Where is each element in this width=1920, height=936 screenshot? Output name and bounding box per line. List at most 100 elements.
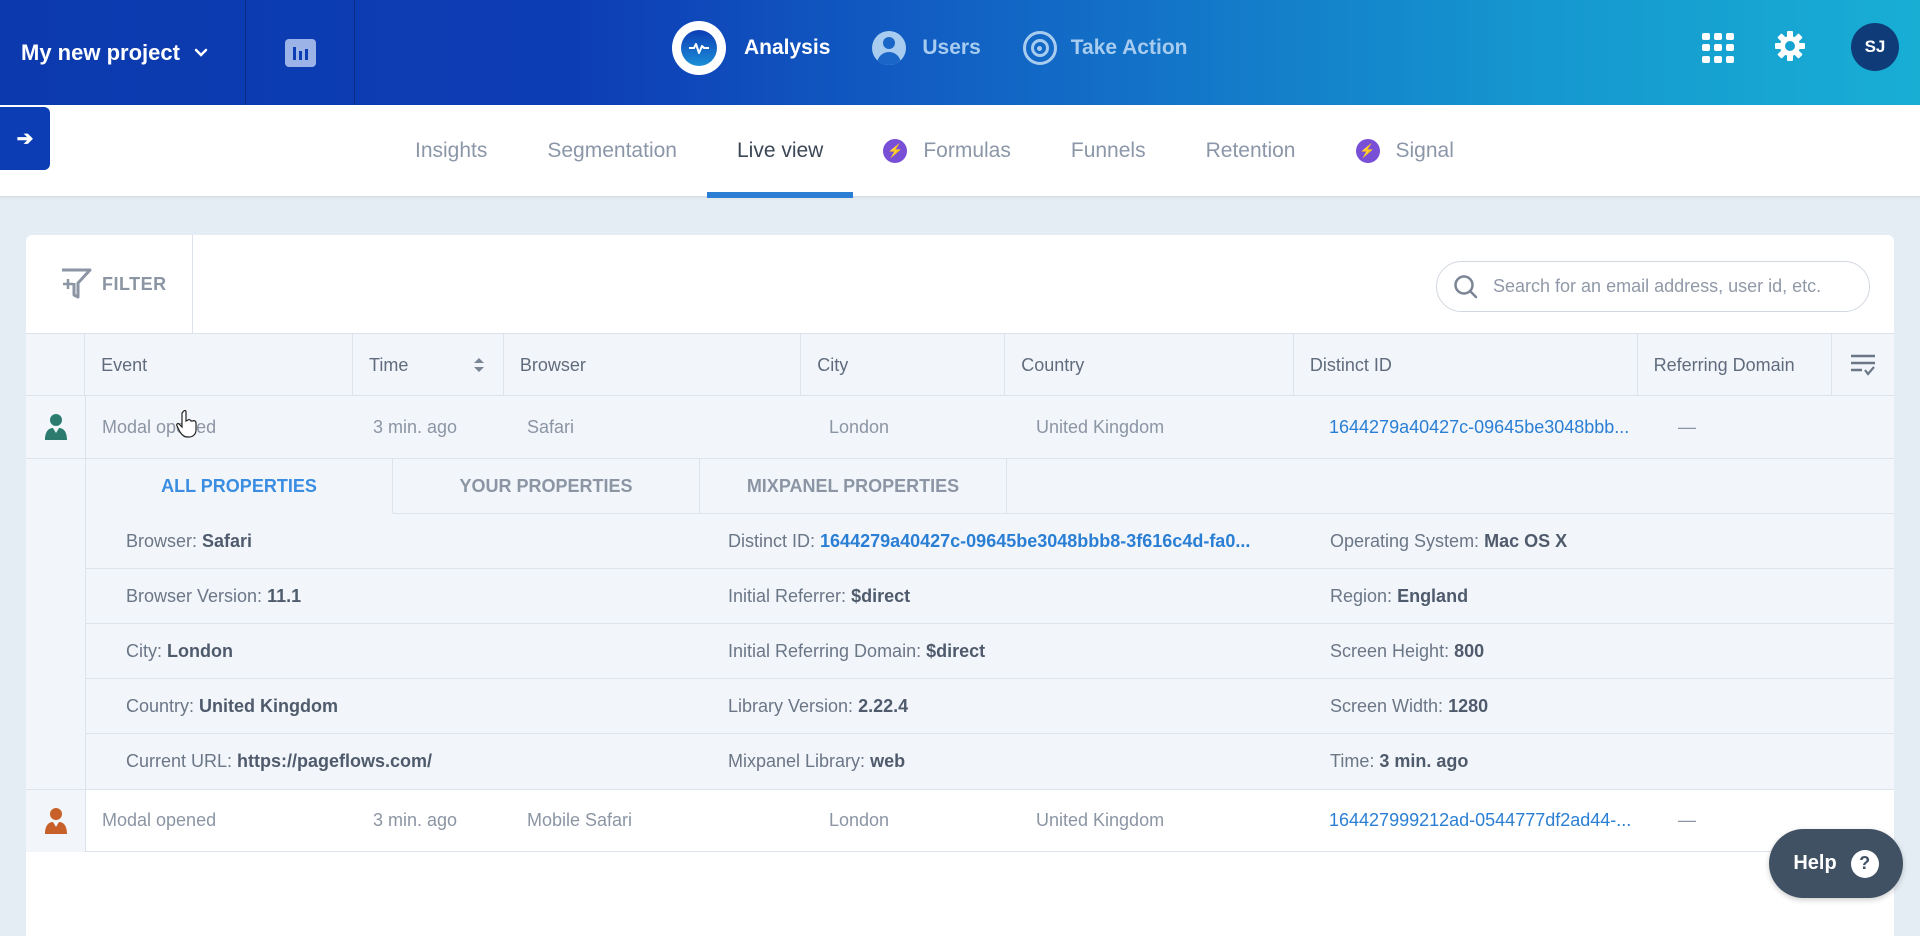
- main-nav-label: Users: [922, 36, 981, 59]
- distinct-id-link[interactable]: 1644279a40427c-09645be3048bbb8-3f616c4d-…: [820, 531, 1250, 551]
- event-city: London: [829, 810, 890, 830]
- filter-label: FILTER: [102, 273, 167, 294]
- column-header-label: Country: [1021, 354, 1085, 375]
- tab-formulas[interactable]: ⚡ Formulas: [853, 105, 1041, 197]
- bar-chart-icon: [284, 38, 316, 67]
- column-header-referring-domain[interactable]: Referring Domain: [1638, 334, 1832, 396]
- column-header-label: City: [817, 354, 849, 375]
- report-tabs-bar: ➔ Insights Segmentation Live view ⚡ Formu…: [0, 105, 1920, 198]
- column-header-browser[interactable]: Browser: [504, 334, 802, 396]
- column-header-user: [26, 334, 86, 396]
- search-box[interactable]: [1436, 261, 1870, 312]
- project-selector[interactable]: My new project: [0, 0, 246, 105]
- main-nav-analysis[interactable]: Analysis: [672, 21, 830, 75]
- property-row: Browser Version: 11.1 Initial Referrer: …: [86, 569, 1894, 624]
- distinct-id-link[interactable]: 164427999212ad-0544777df2ad44-...: [1313, 810, 1662, 831]
- top-navigation-bar: My new project Analysis Users Take Actio…: [0, 0, 1920, 105]
- target-icon: [1022, 31, 1057, 65]
- event-browser: Safari: [527, 416, 575, 437]
- lightning-badge-icon: ⚡: [1355, 139, 1380, 163]
- user-silhouette-icon: [44, 807, 67, 834]
- property-row: City: London Initial Referring Domain: $…: [86, 624, 1894, 679]
- user-avatar[interactable]: SJ: [1851, 23, 1899, 71]
- user-profile-button[interactable]: [26, 396, 86, 458]
- event-country: United Kingdom: [1036, 810, 1165, 830]
- distinct-id-link[interactable]: 1644279a40427c-09645be3048bbb...: [1313, 417, 1662, 438]
- tab-live-view[interactable]: Live view: [706, 105, 854, 198]
- event-time: 3 min. ago: [373, 810, 458, 830]
- column-header-city[interactable]: City: [801, 334, 1006, 396]
- project-name: My new project: [21, 39, 180, 65]
- property-tabs: ALL PROPERTIES YOUR PROPERTIES MIXPANEL …: [86, 459, 1894, 514]
- report-tabs: Insights Segmentation Live view ⚡ Formula…: [385, 105, 1484, 198]
- filter-button[interactable]: FILTER: [26, 235, 193, 333]
- chevron-down-icon: [194, 48, 208, 57]
- tab-segmentation[interactable]: Segmentation: [517, 105, 707, 197]
- property-region: Region: England: [1330, 585, 1469, 606]
- tab-label: Signal: [1395, 139, 1454, 162]
- column-header-event[interactable]: Event: [85, 334, 352, 396]
- expand-sidebar-button[interactable]: ➔: [0, 107, 50, 170]
- tab-your-properties[interactable]: YOUR PROPERTIES: [393, 459, 700, 513]
- tab-retention[interactable]: Retention: [1176, 105, 1326, 197]
- analysis-pulse-icon: [672, 21, 726, 75]
- user-icon: [872, 31, 907, 65]
- arrow-right-icon: ➔: [16, 128, 34, 150]
- column-header-label: Distinct ID: [1309, 354, 1392, 375]
- event-name: Modal opened: [102, 810, 217, 830]
- event-browser: Mobile Safari: [527, 810, 633, 830]
- events-table: Event Time Browser City Country Distinct…: [26, 333, 1894, 852]
- column-header-country[interactable]: Country: [1005, 334, 1294, 396]
- gear-icon[interactable]: [1774, 30, 1806, 62]
- event-details-panel: ALL PROPERTIES YOUR PROPERTIES MIXPANEL …: [26, 459, 1894, 789]
- property-screen-width: Screen Width: 1280: [1330, 695, 1489, 716]
- tab-all-properties[interactable]: ALL PROPERTIES: [86, 459, 393, 514]
- tab-label: Funnels: [1070, 139, 1146, 162]
- main-nav: Analysis Users Take Action: [672, 20, 1229, 76]
- property-initial-referring-domain: Initial Referring Domain: $direct: [728, 640, 986, 661]
- search-input[interactable]: [1493, 276, 1863, 297]
- question-mark-icon: ?: [1850, 849, 1879, 878]
- user-silhouette-icon: [44, 414, 67, 440]
- main-nav-take-action[interactable]: Take Action: [1022, 31, 1188, 65]
- main-nav-label: Analysis: [744, 36, 831, 59]
- tab-funnels[interactable]: Funnels: [1041, 105, 1176, 197]
- tab-mixpanel-properties[interactable]: MIXPANEL PROPERTIES: [700, 459, 1007, 513]
- property-country: Country: United Kingdom: [126, 695, 339, 716]
- hand-cursor-icon: [176, 410, 197, 438]
- sort-icon[interactable]: [473, 356, 485, 374]
- search-icon: [1454, 274, 1478, 298]
- event-referring-domain: —: [1678, 810, 1696, 830]
- event-referring-domain: —: [1678, 416, 1696, 437]
- tab-label: Segmentation: [547, 139, 677, 162]
- column-header-distinct-id[interactable]: Distinct ID: [1294, 334, 1638, 396]
- property-row: Country: United Kingdom Library Version:…: [86, 679, 1894, 734]
- property-initial-referrer: Initial Referrer: $direct: [728, 585, 911, 606]
- live-view-panel: FILTER Event Time Browser City Country D…: [26, 235, 1894, 936]
- tab-signal[interactable]: ⚡ Signal: [1326, 105, 1484, 197]
- column-settings-button[interactable]: [1832, 334, 1894, 396]
- main-nav-users[interactable]: Users: [872, 31, 981, 65]
- dashboards-button[interactable]: [246, 0, 355, 105]
- event-name: Modal opened: [102, 416, 217, 437]
- tab-label: Insights: [415, 139, 488, 162]
- property-screen-height: Screen Height: 800: [1330, 640, 1485, 661]
- help-button[interactable]: Help ?: [1769, 829, 1903, 898]
- tab-label: Formulas: [923, 139, 1011, 162]
- user-profile-button[interactable]: [26, 789, 86, 852]
- property-mixpanel-library: Mixpanel Library: web: [728, 751, 906, 771]
- column-header-time[interactable]: Time: [352, 334, 504, 396]
- column-header-label: Browser: [519, 354, 586, 375]
- event-country: United Kingdom: [1036, 416, 1165, 437]
- tab-label: Live view: [736, 139, 824, 162]
- tab-insights[interactable]: Insights: [385, 105, 517, 197]
- property-browser: Browser: Safari: [126, 530, 253, 551]
- property-browser-version: Browser Version: 11.1: [126, 585, 302, 606]
- table-row[interactable]: Modal opened 3 min. ago Mobile Safari Lo…: [26, 789, 1894, 852]
- main-nav-label: Take Action: [1070, 36, 1188, 59]
- apps-grid-icon[interactable]: [1702, 33, 1736, 63]
- column-header-label: Time: [369, 354, 409, 375]
- lightning-badge-icon: ⚡: [883, 139, 908, 163]
- property-time: Time: 3 min. ago: [1330, 751, 1469, 771]
- table-row[interactable]: Modal opened 3 min. ago Safari London Un…: [26, 396, 1894, 459]
